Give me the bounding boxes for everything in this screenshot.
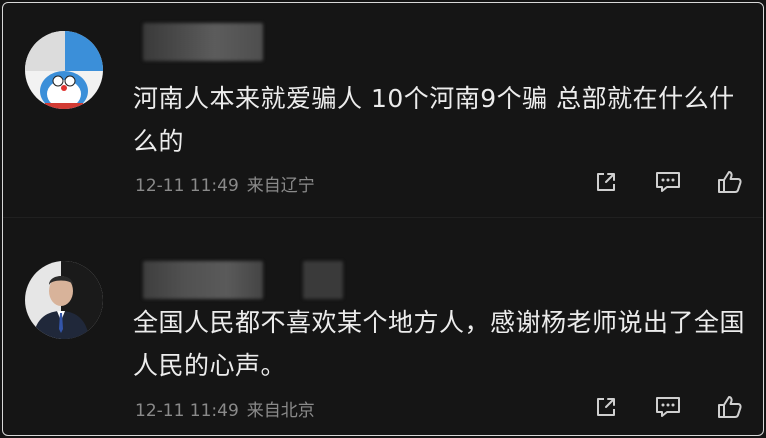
doraemon-avatar-image [25,31,103,109]
like-button[interactable] [715,167,745,197]
comment-list: 河南人本来就爱骗人 10个河南9个骗 总部就在什么什么的 12-11 11:49… [2,2,764,436]
comment-meta: 12-11 11:49 来自北京 [135,396,315,421]
comment-icon [656,397,680,417]
share-icon [597,398,615,416]
comment-actions [591,392,751,422]
thumbs-up-icon [718,171,742,193]
comment-text: 全国人民都不喜欢某个地方人，感谢杨老师说出了全国人民的心声。 [133,308,746,380]
reply-button[interactable] [653,167,683,197]
comment-text: 河南人本来就爱骗人 10个河南9个骗 总部就在什么什么的 [133,84,735,156]
share-button[interactable] [591,392,621,422]
username-blurred[interactable] [143,261,263,299]
comment-location: 来自北京 [246,401,315,421]
comment-item: 河南人本来就爱骗人 10个河南9个骗 总部就在什么什么的 12-11 11:49… [3,3,763,217]
divider [3,217,763,218]
username-blurred-extra [303,261,343,299]
comment-actions [591,167,751,197]
comment-time: 12-11 11:49 [135,401,239,421]
share-button[interactable] [591,167,621,197]
comment-icon [656,172,680,192]
comment-item: 全国人民都不喜欢某个地方人，感谢杨老师说出了全国人民的心声。 12-11 11:… [3,219,763,435]
share-icon [597,173,615,191]
comment-location: 来自辽宁 [246,176,315,196]
avatar[interactable] [25,31,103,109]
avatar[interactable] [25,261,103,339]
thumbs-up-icon [718,396,742,418]
comment-time: 12-11 11:49 [135,176,239,196]
username-blurred[interactable] [143,23,263,61]
like-button[interactable] [715,392,745,422]
comment-meta: 12-11 11:49 来自辽宁 [135,171,315,196]
reply-button[interactable] [653,392,683,422]
man-in-suit-avatar-image [25,261,103,339]
